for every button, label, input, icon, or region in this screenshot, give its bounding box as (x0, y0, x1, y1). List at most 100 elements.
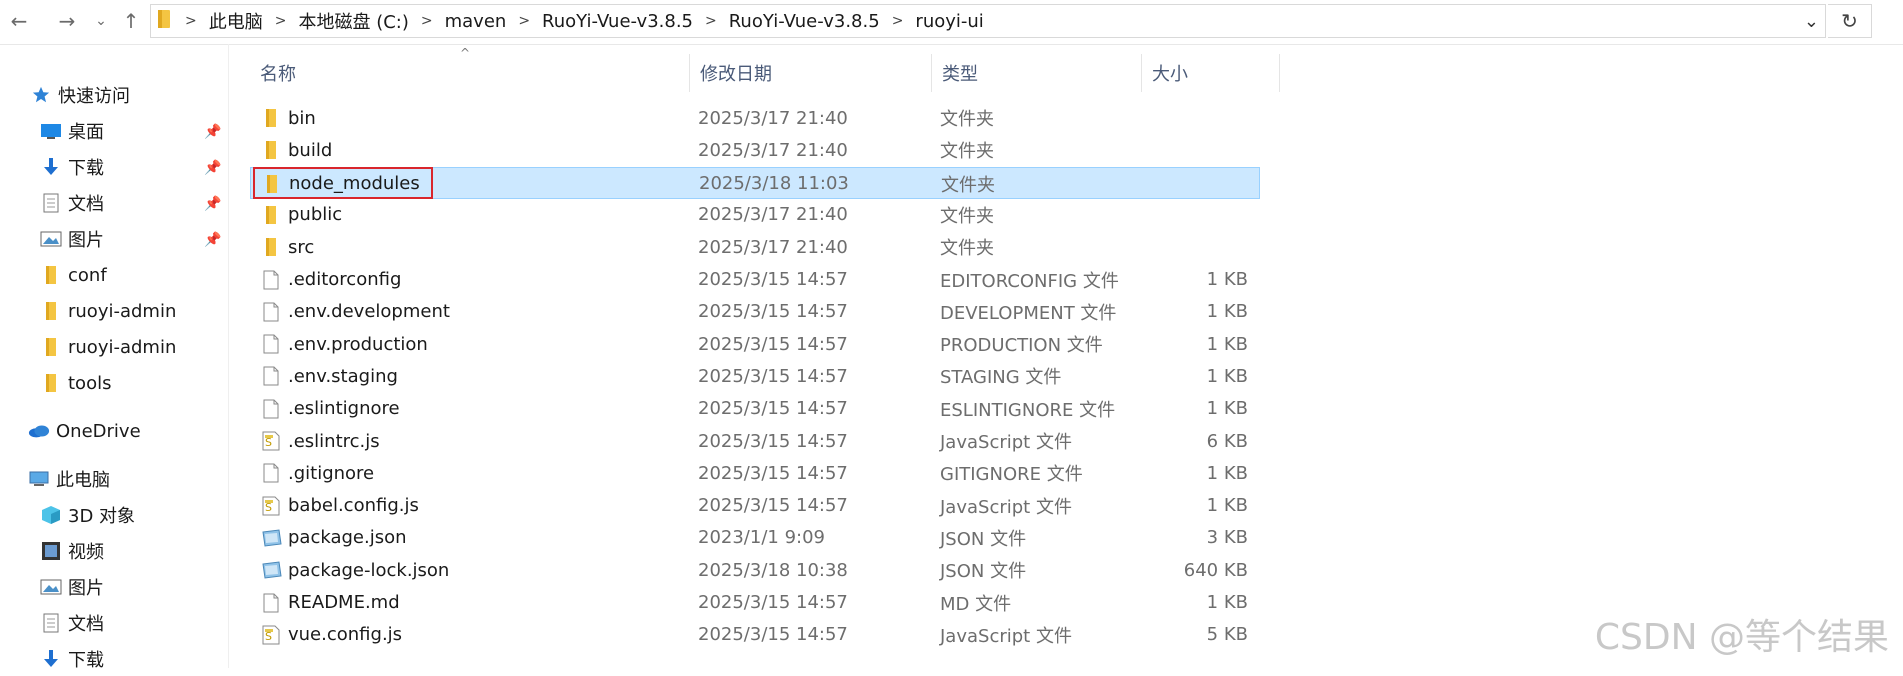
nav-item-3d-objects[interactable]: 3D 对象 (40, 498, 135, 532)
nav-quick-access[interactable]: 快速访问 (30, 78, 130, 112)
column-header-name[interactable]: 名称 (250, 54, 690, 92)
file-size: 5 KB (1206, 624, 1248, 646)
pin-icon: 📌 (204, 160, 222, 176)
file-row[interactable]: Svue.config.js 2025/3/15 14:57 JavaScript … (250, 619, 1260, 651)
nav-item-label: ruoyi-admin (68, 300, 177, 322)
file-row[interactable]: bin 2025/3/17 21:40 文件夹 (250, 102, 1260, 134)
file-size (1120, 134, 1248, 166)
file-row[interactable]: Sbabel.config.js 2025/3/15 14:57 JavaScrip… (250, 490, 1260, 522)
up-button[interactable]: ↑ (116, 6, 146, 36)
file-row[interactable]: .editorconfig 2025/3/15 14:57 EDITORCONFIG… (250, 264, 1260, 296)
file-icon (260, 360, 282, 392)
file-name: .env.staging (288, 365, 398, 387)
file-date: 2025/3/15 14:57 (698, 430, 848, 452)
computer-icon (28, 468, 50, 490)
nav-item-label: 桌面 (68, 122, 104, 143)
nav-item-label: 3D 对象 (68, 506, 136, 527)
breadcrumb-this-pc[interactable]: 此电脑 (203, 8, 269, 34)
3d-objects-icon (40, 504, 62, 526)
nav-item-conf[interactable]: conf (40, 258, 107, 292)
breadcrumb-separator: > (185, 13, 197, 29)
folder-icon (260, 231, 282, 263)
breadcrumb-ruoyi-ui[interactable]: ruoyi-ui (909, 11, 989, 32)
file-date: 2025/3/15 14:57 (698, 269, 848, 290)
file-size (1121, 168, 1249, 200)
nav-item-pictures[interactable]: 图片 (40, 222, 104, 256)
nav-item-pictures-pc[interactable]: 图片 (40, 570, 104, 604)
file-name: README.md (288, 592, 400, 613)
file-icon (260, 393, 282, 425)
file-type: 文件夹 (940, 238, 994, 260)
nav-item-videos[interactable]: 视频 (40, 534, 104, 568)
column-header-size[interactable]: 大小 (1142, 54, 1280, 92)
file-row[interactable]: public 2025/3/17 21:40 文件夹 (250, 199, 1260, 231)
file-row[interactable]: node_modules 2025/3/18 11:03 文件夹 (250, 166, 1260, 200)
nav-item-documents[interactable]: 文档 (40, 186, 104, 220)
file-row[interactable]: .env.development 2025/3/15 14:57 DEVELOPME… (250, 296, 1260, 328)
file-row[interactable]: S .eslintrc.js 2025/3/15 14:57 JavaScript 文… (250, 425, 1260, 457)
file-size: 1 KB (1206, 365, 1248, 387)
file-row[interactable]: README.md 2025/3/15 14:57 MD 文件 1 KB (250, 587, 1260, 619)
nav-item-tools[interactable]: tools (40, 366, 111, 400)
breadcrumb-maven[interactable]: maven (439, 11, 513, 32)
file-icon (260, 264, 282, 296)
js-file-icon: S (260, 619, 282, 651)
address-dropdown-button[interactable]: ⌄ (1804, 11, 1819, 32)
nav-item-desktop[interactable]: 桌面 (40, 114, 104, 148)
document-icon (40, 612, 62, 634)
file-icon (260, 587, 282, 619)
nav-this-pc-label: 此电脑 (56, 470, 110, 491)
breadcrumb-separator: > (891, 13, 904, 29)
file-name: .editorconfig (288, 269, 402, 290)
file-icon (260, 457, 282, 489)
file-row[interactable]: package-lock.json 2025/3/18 10:38 JSON 文件 6… (250, 554, 1260, 586)
file-date: 2025/3/15 14:57 (698, 301, 848, 323)
nav-item-downloads[interactable]: 下载 (40, 150, 104, 184)
file-row[interactable]: .eslintignore 2025/3/15 14:57 ESLINTIGNORE… (250, 393, 1260, 425)
nav-item-label: 下载 (68, 158, 104, 179)
file-icon (260, 328, 282, 360)
nav-onedrive[interactable]: OneDrive (28, 414, 141, 448)
breadcrumb-local-disk[interactable]: 本地磁盘 (C:) (292, 8, 414, 34)
folder-icon (40, 372, 62, 394)
file-row[interactable]: .env.production 2025/3/15 14:57 PRODUCTION… (250, 328, 1260, 360)
refresh-button[interactable]: ↻ (1828, 4, 1872, 38)
file-date: 2025/3/15 14:57 (698, 365, 848, 387)
file-size: 1 KB (1206, 333, 1248, 355)
picture-icon (40, 576, 62, 598)
file-type: JavaScript 文件 (940, 432, 1072, 453)
file-row[interactable]: src 2025/3/17 21:40 文件夹 (250, 231, 1260, 263)
breadcrumb-ruoyi-vue-1[interactable]: RuoYi-Vue-v3.8.5 (536, 11, 699, 32)
column-header-date[interactable]: 修改日期 (690, 54, 932, 92)
nav-this-pc[interactable]: 此电脑 (28, 462, 110, 496)
nav-item-downloads-pc[interactable]: 下载 (40, 642, 104, 676)
breadcrumb-ruoyi-vue-2[interactable]: RuoYi-Vue-v3.8.5 (723, 11, 886, 32)
nav-item-ruoyi-admin-2[interactable]: ruoyi-admin (40, 330, 176, 364)
pin-icon: 📌 (204, 232, 222, 248)
file-row[interactable]: .env.staging 2025/3/15 14:57 STAGING 文件 1 K… (250, 360, 1260, 392)
file-row[interactable]: .gitignore 2025/3/15 14:57 GITIGNORE 文件 1 K… (250, 457, 1260, 489)
forward-button[interactable]: → (52, 6, 82, 36)
file-name: build (288, 139, 333, 161)
file-size: 6 KB (1206, 430, 1248, 452)
file-name: package-lock.json (288, 559, 450, 581)
column-header-type[interactable]: 类型 (932, 54, 1142, 92)
file-name: .gitignore (288, 462, 375, 484)
file-row[interactable]: package.json 2023/1/1 9:09 JSON 文件 3 KB (250, 522, 1260, 554)
file-date: 2025/3/17 21:40 (698, 139, 848, 161)
nav-item-label: 下载 (68, 650, 104, 671)
file-date: 2025/3/18 11:03 (699, 173, 849, 195)
nav-item-label: 视频 (68, 542, 104, 563)
file-icon (260, 296, 282, 328)
nav-item-ruoyi-admin[interactable]: ruoyi-admin (40, 294, 176, 328)
file-name: .env.production (288, 333, 428, 355)
nav-onedrive-label: OneDrive (56, 420, 141, 442)
file-row[interactable]: build 2025/3/17 21:40 文件夹 (250, 134, 1260, 166)
file-type: MD 文件 (940, 593, 1012, 615)
nav-item-documents-pc[interactable]: 文档 (40, 606, 104, 640)
recent-locations-button[interactable]: ⌄ (86, 6, 116, 36)
file-date: 2025/3/15 14:57 (698, 495, 848, 517)
back-button[interactable]: ← (4, 6, 34, 36)
file-size (1120, 199, 1248, 231)
address-bar[interactable]: > 此电脑 > 本地磁盘 (C:) > maven > RuoYi-Vue-v3… (150, 4, 1826, 38)
